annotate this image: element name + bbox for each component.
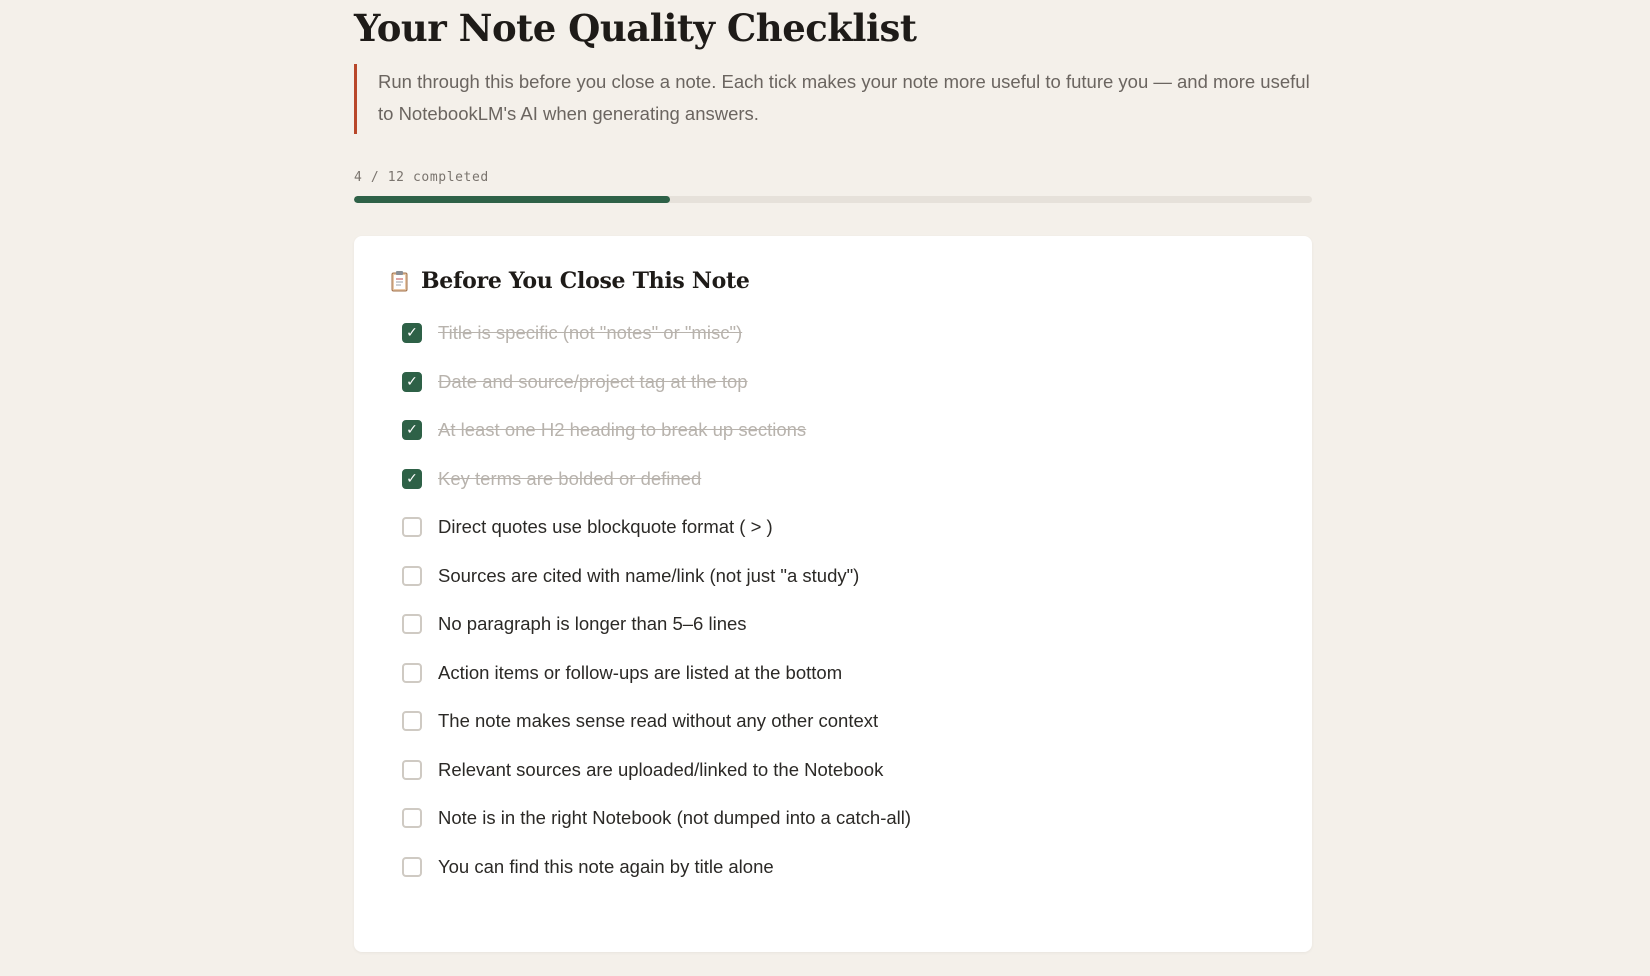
unchecked-checkbox[interactable]: ✓: [402, 565, 422, 586]
checklist-item[interactable]: ✓ Action items or follow-ups are listed a…: [402, 649, 911, 698]
checklist-item[interactable]: ✓ No paragraph is longer than 5–6 lines: [402, 600, 911, 649]
checklist-item-label: At least one H2 heading to break up sect…: [438, 419, 807, 441]
checkmark-icon: ✓: [406, 325, 418, 342]
unchecked-checkbox[interactable]: ✓: [402, 517, 422, 538]
checklist-item-label: The note makes sense read without any ot…: [438, 710, 879, 732]
checklist-card: Before You Close This Note ✓ Title is spe…: [354, 236, 1312, 952]
checked-checkbox[interactable]: ✓: [402, 468, 422, 489]
checked-checkbox[interactable]: ✓: [402, 323, 422, 344]
checklist-item-label: Direct quotes use blockquote format ( > …: [438, 516, 773, 538]
checked-checkbox[interactable]: ✓: [402, 371, 422, 392]
clipboard-icon: [391, 270, 408, 292]
checklist-item[interactable]: ✓ Title is specific (not "notes" or "misc…: [402, 309, 911, 358]
checklist-item-label: You can find this note again by title al…: [438, 855, 774, 877]
checklist: ✓ Title is specific (not "notes" or "misc…: [402, 309, 911, 891]
page-title: Your Note Quality Checklist: [354, 6, 917, 50]
checklist-item[interactable]: ✓ Date and source/project tag at the top: [402, 358, 911, 407]
checklist-item[interactable]: ✓ Note is in the right Notebook (not dump…: [402, 794, 911, 843]
checklist-item-label: No paragraph is longer than 5–6 lines: [438, 613, 747, 635]
card-header: Before You Close This Note: [391, 268, 750, 294]
checklist-item[interactable]: ✓ Key terms are bolded or defined: [402, 455, 911, 504]
progress-bar: [354, 196, 1312, 203]
checkmark-icon: ✓: [406, 422, 418, 439]
checklist-item-label: Action items or follow-ups are listed at…: [438, 661, 843, 683]
unchecked-checkbox[interactable]: ✓: [402, 856, 422, 877]
unchecked-checkbox[interactable]: ✓: [402, 808, 422, 829]
checklist-item-label: Relevant sources are uploaded/linked to …: [438, 758, 884, 780]
unchecked-checkbox[interactable]: ✓: [402, 614, 422, 635]
checklist-item-label: Note is in the right Notebook (not dumpe…: [438, 807, 912, 829]
checklist-item[interactable]: ✓ The note makes sense read without any o…: [402, 697, 911, 746]
checklist-item-label: Title is specific (not "notes" or "misc"…: [438, 322, 743, 344]
checklist-item[interactable]: ✓ Sources are cited with name/link (not j…: [402, 552, 911, 601]
unchecked-checkbox[interactable]: ✓: [402, 662, 422, 683]
progress-bar-fill: [354, 196, 671, 203]
checkmark-icon: ✓: [406, 373, 418, 390]
checklist-item-label: Key terms are bolded or defined: [438, 467, 702, 489]
checklist-item-label: Date and source/project tag at the top: [438, 370, 748, 392]
checked-checkbox[interactable]: ✓: [402, 420, 422, 441]
checklist-item[interactable]: ✓ You can find this note again by title a…: [402, 843, 911, 892]
card-title: Before You Close This Note: [421, 268, 750, 294]
unchecked-checkbox[interactable]: ✓: [402, 759, 422, 780]
checklist-item[interactable]: ✓ At least one H2 heading to break up sec…: [402, 406, 911, 455]
progress-label: 4 / 12 completed: [354, 170, 489, 185]
checklist-item-label: Sources are cited with name/link (not ju…: [438, 564, 860, 586]
intro-blockquote: Run through this before you close a note…: [354, 64, 1312, 134]
unchecked-checkbox[interactable]: ✓: [402, 711, 422, 732]
checklist-item[interactable]: ✓ Direct quotes use blockquote format ( >…: [402, 503, 911, 552]
checkmark-icon: ✓: [406, 470, 418, 487]
checklist-item[interactable]: ✓ Relevant sources are uploaded/linked to…: [402, 746, 911, 795]
